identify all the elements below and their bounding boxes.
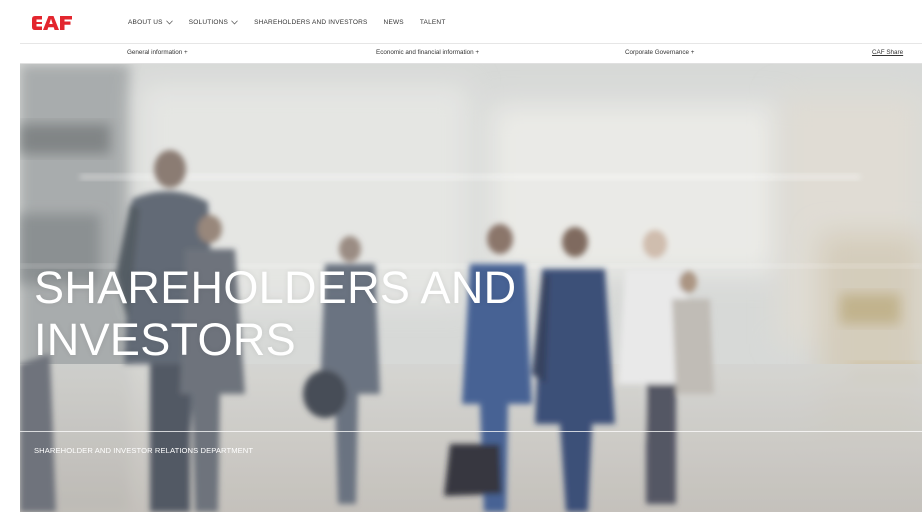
nav-item-label: TALENT (419, 18, 446, 26)
nav-item-news[interactable]: NEWS (384, 19, 404, 26)
nav-item-shareholders-and-investors[interactable]: SHAREHOLDERS AND INVESTORS (254, 19, 367, 26)
caf-logo[interactable] (32, 14, 72, 32)
nav-item-label: SOLUTIONS (188, 18, 229, 26)
nav-item-talent[interactable]: TALENT (420, 19, 446, 26)
hero-divider (20, 431, 922, 432)
subnav-caf-share-link[interactable]: CAF Share (872, 49, 903, 56)
subnav-economic-financial-information[interactable]: Economic and financial information + (376, 49, 479, 56)
nav-item-label: NEWS (383, 18, 404, 26)
nav-item-label: ABOUT US (128, 18, 163, 26)
hero-title: SHAREHOLDERS AND INVESTORS (34, 262, 517, 365)
nav-item-label: SHAREHOLDERS AND INVESTORS (254, 18, 368, 26)
top-navigation-bar: ABOUT US SOLUTIONS SHAREHOLDERS AND INVE… (20, 6, 922, 44)
hero-subtitle: SHAREHOLDER AND INVESTOR RELATIONS DEPAR… (34, 446, 254, 455)
chevron-down-icon (231, 20, 238, 25)
subnav-corporate-governance[interactable]: Corporate Governance + (625, 49, 694, 56)
section-sub-navigation: General information + Economic and finan… (20, 44, 922, 64)
nav-item-about-us[interactable]: ABOUT US (128, 19, 173, 26)
main-navigation: ABOUT US SOLUTIONS SHAREHOLDERS AND INVE… (128, 6, 446, 38)
hero-banner: SHAREHOLDERS AND INVESTORS SHAREHOLDER A… (20, 64, 922, 512)
nav-item-solutions[interactable]: SOLUTIONS (189, 19, 238, 26)
subnav-general-information[interactable]: General information + (127, 49, 188, 56)
chevron-down-icon (165, 20, 173, 25)
page: ABOUT US SOLUTIONS SHAREHOLDERS AND INVE… (0, 0, 922, 512)
